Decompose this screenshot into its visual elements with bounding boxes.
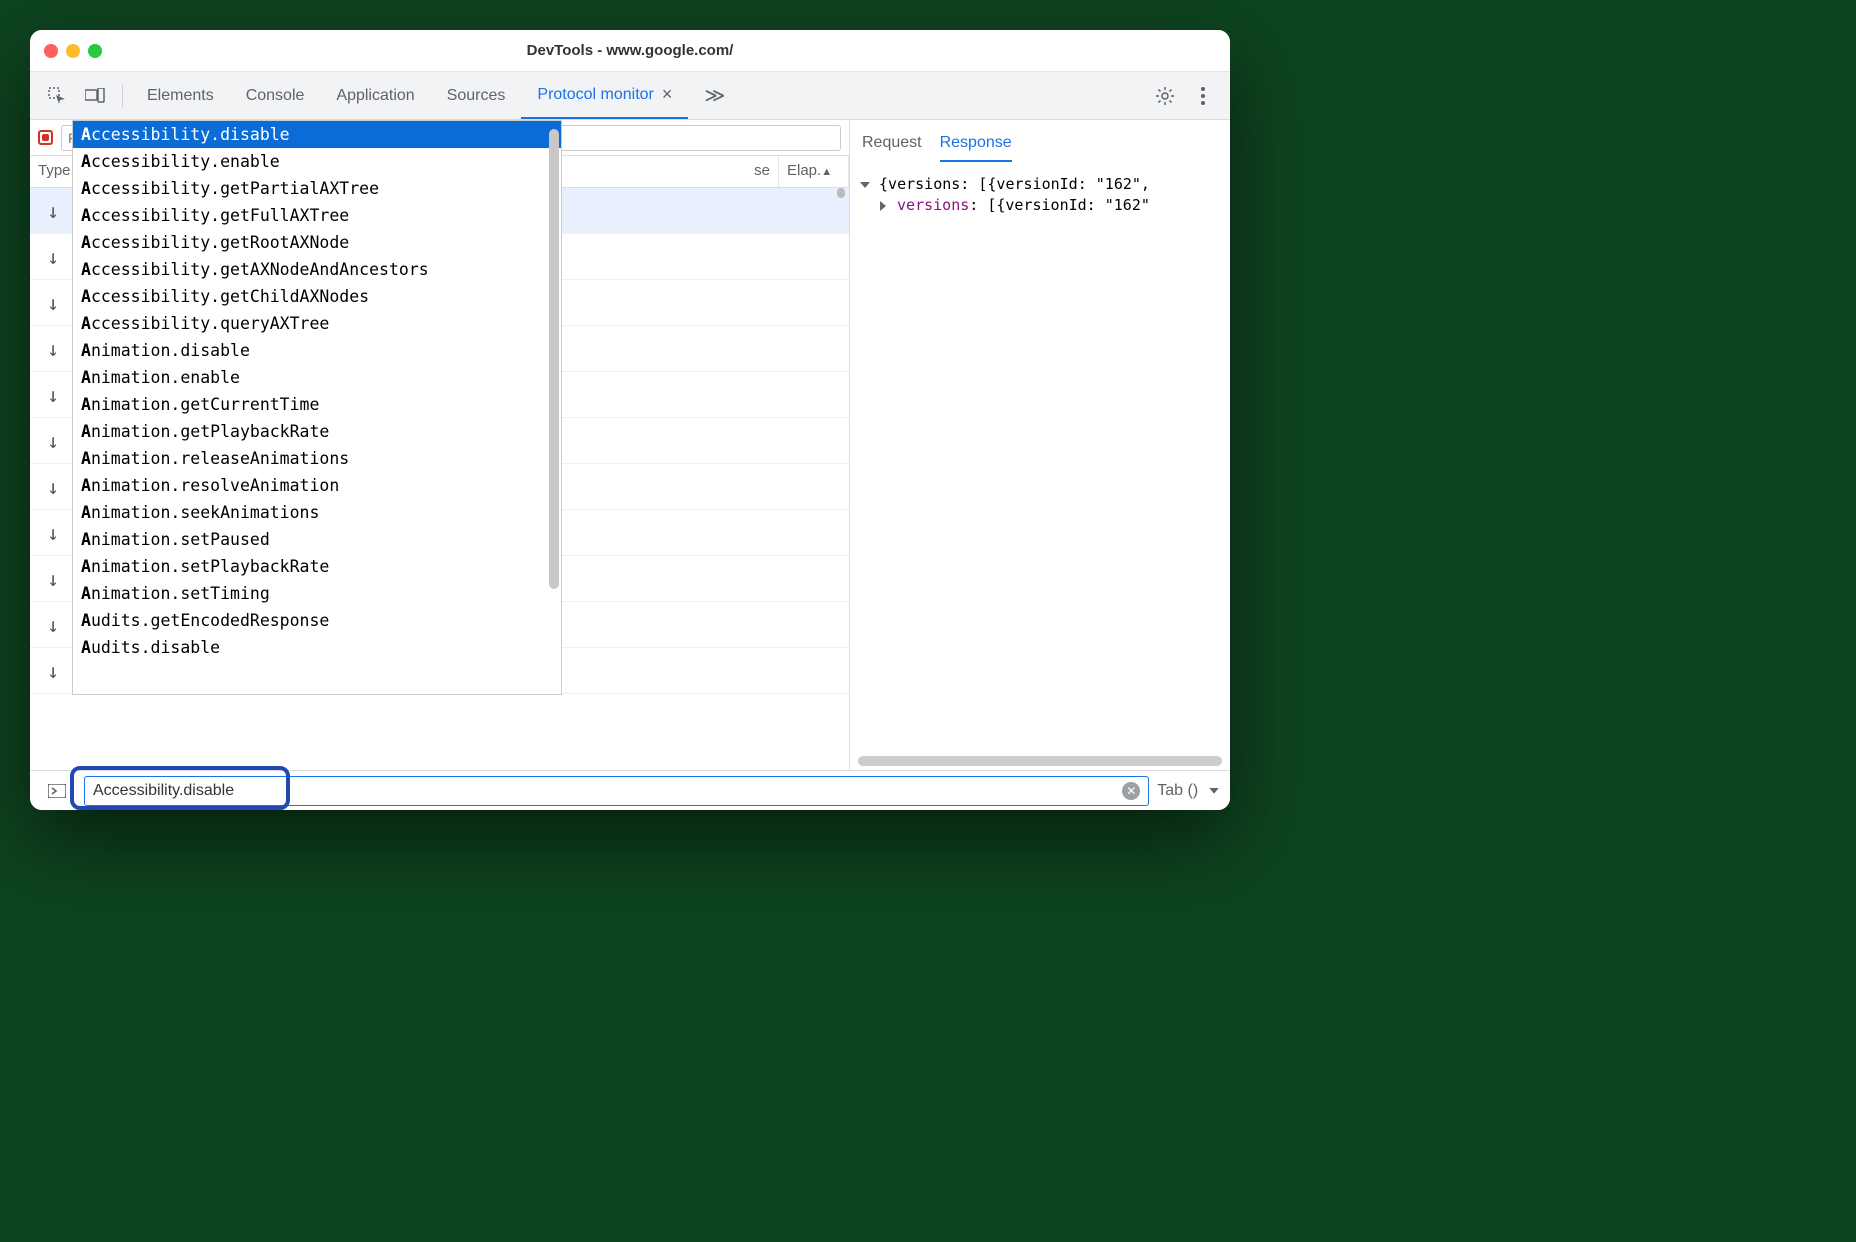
details-tabs: Request Response xyxy=(850,120,1230,162)
direction-arrow-icon: ↓ xyxy=(47,613,59,637)
suggestion-item[interactable]: Accessibility.getFullAXTree xyxy=(73,202,561,229)
direction-arrow-icon: ↓ xyxy=(47,567,59,591)
suggestion-item[interactable]: Accessibility.disable xyxy=(73,121,561,148)
response-line[interactable]: {versions: [{versionId: "162", xyxy=(862,175,1218,193)
settings-icon[interactable] xyxy=(1150,81,1180,111)
close-tab-icon[interactable]: × xyxy=(662,84,673,105)
suggestion-item[interactable]: Accessibility.getChildAXNodes xyxy=(73,283,561,310)
suggestion-item[interactable]: Animation.getCurrentTime xyxy=(73,391,561,418)
response-scrollbar[interactable] xyxy=(858,756,1222,766)
titlebar: DevTools - www.google.com/ xyxy=(30,30,1230,72)
more-tabs-icon[interactable]: ≫ xyxy=(688,72,741,119)
protocol-log-panel: Type se Elap.▲ ↓ ions":[… ↓ estId":… ↓ e… xyxy=(30,120,850,770)
direction-arrow-icon: ↓ xyxy=(47,245,59,269)
caret-down-icon[interactable] xyxy=(860,182,870,188)
console-drawer-icon[interactable] xyxy=(42,776,72,806)
suggestion-item[interactable]: Accessibility.getPartialAXTree xyxy=(73,175,561,202)
col-type[interactable]: Type xyxy=(30,156,76,187)
tab-request[interactable]: Request xyxy=(862,126,922,162)
separator xyxy=(122,84,123,108)
window-title: DevTools - www.google.com/ xyxy=(30,42,1230,59)
direction-arrow-icon: ↓ xyxy=(47,337,59,361)
tab-console[interactable]: Console xyxy=(230,72,321,119)
direction-arrow-icon: ↓ xyxy=(47,383,59,407)
response-body: {versions: [{versionId: "162", versions:… xyxy=(850,162,1230,770)
suggestion-item[interactable]: Animation.disable xyxy=(73,337,561,364)
direction-arrow-icon: ↓ xyxy=(47,521,59,545)
clear-input-icon[interactable]: ✕ xyxy=(1122,782,1140,800)
tab-response[interactable]: Response xyxy=(940,126,1012,162)
suggestion-item[interactable]: Animation.setPaused xyxy=(73,526,561,553)
details-panel: Request Response {versions: [{versionId:… xyxy=(850,120,1230,770)
direction-arrow-icon: ↓ xyxy=(47,475,59,499)
command-bar: Accessibility.disable ✕ Tab () ▼ xyxy=(30,770,1230,810)
tab-protocol-monitor[interactable]: Protocol monitor× xyxy=(521,72,688,119)
autocomplete-popup: Accessibility.disableAccessibility.enabl… xyxy=(72,120,562,695)
direction-arrow-icon: ↓ xyxy=(47,199,59,223)
tab-sources[interactable]: Sources xyxy=(431,72,522,119)
direction-arrow-icon: ↓ xyxy=(47,429,59,453)
caret-right-icon[interactable] xyxy=(880,201,886,211)
suggestion-item[interactable]: Animation.getPlaybackRate xyxy=(73,418,561,445)
chevron-down-icon[interactable]: ▼ xyxy=(1206,785,1222,796)
suggestion-item[interactable]: Animation.setTiming xyxy=(73,580,561,607)
suggestion-item[interactable]: Audits.disable xyxy=(73,634,561,661)
content-area: Type se Elap.▲ ↓ ions":[… ↓ estId":… ↓ e… xyxy=(30,120,1230,770)
left-scrollbar[interactable] xyxy=(837,188,845,198)
suggestion-item[interactable]: Audits.getEncodedResponse xyxy=(73,607,561,634)
tabbar: ElementsConsoleApplicationSourcesProtoco… xyxy=(30,72,1230,120)
device-toggle-icon[interactable] xyxy=(80,81,110,111)
suggestion-item[interactable]: Animation.setPlaybackRate xyxy=(73,553,561,580)
tab-elements[interactable]: Elements xyxy=(131,72,230,119)
record-button[interactable] xyxy=(38,130,53,145)
suggestion-item[interactable]: Animation.resolveAnimation xyxy=(73,472,561,499)
suggestion-item[interactable]: Accessibility.getRootAXNode xyxy=(73,229,561,256)
devtools-window: DevTools - www.google.com/ ElementsConso… xyxy=(30,30,1230,810)
response-line[interactable]: versions: [{versionId: "162" xyxy=(862,196,1218,214)
suggestion-item[interactable]: Animation.seekAnimations xyxy=(73,499,561,526)
command-hint: Tab () xyxy=(1157,782,1198,800)
suggestion-item[interactable]: Animation.releaseAnimations xyxy=(73,445,561,472)
suggestion-item[interactable]: Accessibility.getAXNodeAndAncestors xyxy=(73,256,561,283)
suggestion-item[interactable]: Animation.enable xyxy=(73,364,561,391)
col-elapsed[interactable]: Elap.▲ xyxy=(779,156,849,187)
direction-arrow-icon: ↓ xyxy=(47,291,59,315)
suggestion-item[interactable]: Accessibility.queryAXTree xyxy=(73,310,561,337)
suggest-scrollbar[interactable] xyxy=(549,129,559,589)
more-icon[interactable] xyxy=(1188,81,1218,111)
command-input[interactable]: Accessibility.disable ✕ xyxy=(84,776,1149,806)
tab-application[interactable]: Application xyxy=(320,72,430,119)
suggestion-item[interactable]: Accessibility.enable xyxy=(73,148,561,175)
command-value: Accessibility.disable xyxy=(93,782,234,800)
inspect-element-icon[interactable] xyxy=(42,81,72,111)
direction-arrow-icon: ↓ xyxy=(47,659,59,683)
